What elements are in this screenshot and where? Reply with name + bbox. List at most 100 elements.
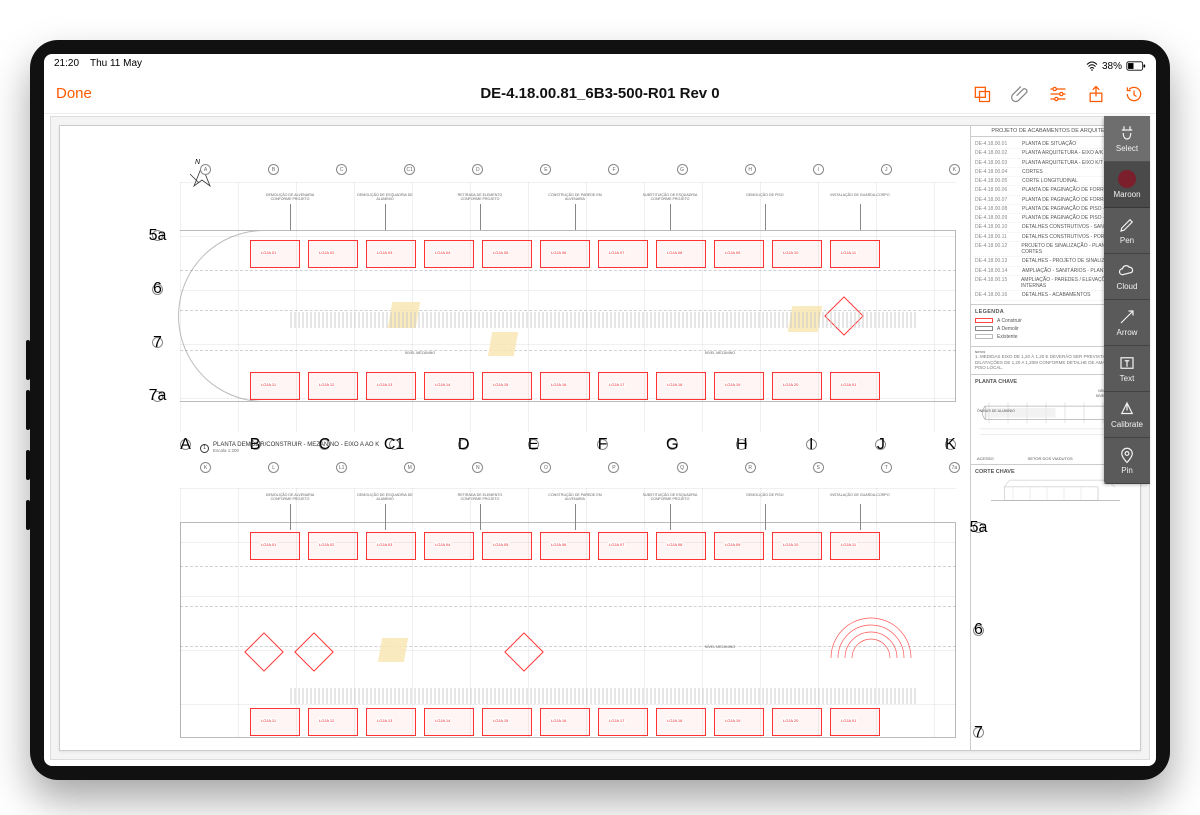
leader-line	[480, 504, 481, 530]
room-tag: LOJA 06	[550, 542, 567, 547]
room-tag: LOJA 05	[492, 250, 509, 255]
room-tag: LOJA 02	[318, 542, 335, 547]
room-tag: LOJA 02	[318, 250, 335, 255]
keyplan-label: SETOR DOS VIADUTOS	[1028, 456, 1073, 461]
tool-select-label: Select	[1116, 144, 1138, 153]
room-tag: LOJA 16	[550, 718, 567, 723]
grid-bubble: 6	[973, 625, 984, 636]
grid-bubble: M	[404, 462, 415, 473]
callout-note: INSTALAÇÃO DE GUARDA-CORPO	[830, 494, 890, 498]
leader-line	[385, 204, 386, 230]
status-battery: 38%	[1102, 61, 1122, 72]
room-tag: LOJA 13	[376, 382, 393, 387]
leader-line	[290, 504, 291, 530]
room-tag: LOJA 12	[318, 718, 335, 723]
leader-line	[860, 204, 861, 230]
leader-line	[575, 504, 576, 530]
grid-bubble: J	[881, 164, 892, 175]
room-tag: LOJA 14	[434, 382, 451, 387]
room-tag: LOJA 04	[434, 250, 451, 255]
room-tag: LOJA 19	[724, 382, 741, 387]
tool-color[interactable]: Maroon	[1104, 162, 1150, 208]
tool-pin-label: Pin	[1121, 466, 1133, 475]
grid-bubble: K	[200, 462, 211, 473]
room-tag: LOJA 16	[550, 382, 567, 387]
room-tag: LOJA 01	[840, 382, 857, 387]
tool-cloud[interactable]: Cloud	[1104, 254, 1150, 300]
room-tag: LOJA 07	[608, 250, 625, 255]
tool-cloud-label: Cloud	[1117, 282, 1138, 291]
tool-pen-label: Pen	[1120, 236, 1134, 245]
annotation-toolbar: Select Maroon Pen Cloud Arrow Text	[1104, 116, 1150, 484]
grid-bubble: K	[949, 164, 960, 175]
room-tag: LOJA 17	[608, 718, 625, 723]
grid-bubble: H	[736, 439, 747, 450]
plan-area: N ABCC1DEFGHIJK KLL1MNOPQRST7a	[60, 126, 970, 750]
grid-bubble: 5a	[973, 522, 984, 533]
callout-note: DEMOLIÇÃO DE ALVENARIA CONFORME PROJETO	[260, 494, 320, 502]
settings-sliders-icon[interactable]	[1048, 84, 1068, 104]
callout-note: INSTALAÇÃO DE GUARDA-CORPO	[830, 194, 890, 198]
room-tag: LOJA 15	[492, 718, 509, 723]
tool-text[interactable]: Text	[1104, 346, 1150, 392]
room-tag: LOJA 07	[608, 542, 625, 547]
color-swatch-icon	[1118, 170, 1136, 188]
callout-note: DEMOLIÇÃO DE ESQUADRIA DE ALUMÍNIO	[355, 194, 415, 202]
grid-bubble: C	[336, 164, 347, 175]
leader-line	[765, 504, 766, 530]
room-tag: LOJA 18	[666, 382, 683, 387]
tool-pin[interactable]: Pin	[1104, 438, 1150, 484]
room-tag: LOJA 20	[782, 382, 799, 387]
room-tag: LOJA 08	[666, 542, 683, 547]
status-bar: 21:20 Thu 11 May 38%	[44, 54, 1156, 74]
tool-pen[interactable]: Pen	[1104, 208, 1150, 254]
tool-select[interactable]: Select	[1104, 116, 1150, 162]
grid-bubble: F	[608, 164, 619, 175]
leader-line	[385, 504, 386, 530]
leader-line	[765, 204, 766, 230]
grid-bubble: J	[875, 439, 886, 450]
done-button[interactable]: Done	[56, 85, 92, 102]
grid-bubble: D	[472, 164, 483, 175]
room-tag: LOJA 15	[492, 382, 509, 387]
grid-bubble: 7	[973, 727, 984, 738]
tool-calibrate[interactable]: Calibrate	[1104, 392, 1150, 438]
room-tag: LOJA 12	[318, 382, 335, 387]
grid-bubble: L1	[336, 462, 347, 473]
plan-lower: LOJA 01LOJA 02LOJA 03LOJA 04LOJA 05LOJA …	[180, 488, 956, 738]
document-viewport[interactable]: PROJETO DE ACABAMENTOS DE ARQUITETURA DE…	[50, 116, 1150, 760]
level-label: NÍVEL MEZANINO	[380, 352, 460, 356]
room-tag: LOJA 18	[666, 718, 683, 723]
room-tag: LOJA 09	[724, 542, 741, 547]
amphitheater-icon	[826, 598, 916, 668]
grid-bubble: I	[806, 439, 817, 450]
grid-bubble: H	[745, 164, 756, 175]
room-tag: LOJA 11	[260, 718, 277, 723]
leader-line	[860, 504, 861, 530]
callout-note: RETIRADA DE ELEMENTO CONFORME PROJETO	[450, 194, 510, 202]
leader-line	[670, 504, 671, 530]
grid-bubble: R	[745, 462, 756, 473]
room-tag: LOJA 05	[492, 542, 509, 547]
room-tag: LOJA 04	[434, 542, 451, 547]
grid-bubble: I	[813, 164, 824, 175]
grid-bubble: E	[540, 164, 551, 175]
attachment-icon[interactable]	[1010, 84, 1030, 104]
room-tag: LOJA 03	[376, 542, 393, 547]
duplicate-icon[interactable]	[972, 84, 992, 104]
grid-bubble: D	[458, 439, 469, 450]
room-tag: LOJA 14	[434, 718, 451, 723]
grid-labels-top: ABCC1DEFGHIJK	[200, 164, 960, 178]
status-date: Thu 11 May	[90, 58, 142, 69]
share-icon[interactable]	[1086, 84, 1106, 104]
room-tag: LOJA 03	[376, 250, 393, 255]
wifi-icon	[1086, 61, 1098, 71]
grid-bubble: F	[597, 439, 608, 450]
grid-bubble: K	[945, 439, 956, 450]
grid-bubble: Q	[677, 462, 688, 473]
grid-bubble: C1	[389, 439, 400, 450]
history-icon[interactable]	[1124, 84, 1144, 104]
tool-arrow-label: Arrow	[1117, 328, 1138, 337]
tool-arrow[interactable]: Arrow	[1104, 300, 1150, 346]
grid-bubble: N	[472, 462, 483, 473]
